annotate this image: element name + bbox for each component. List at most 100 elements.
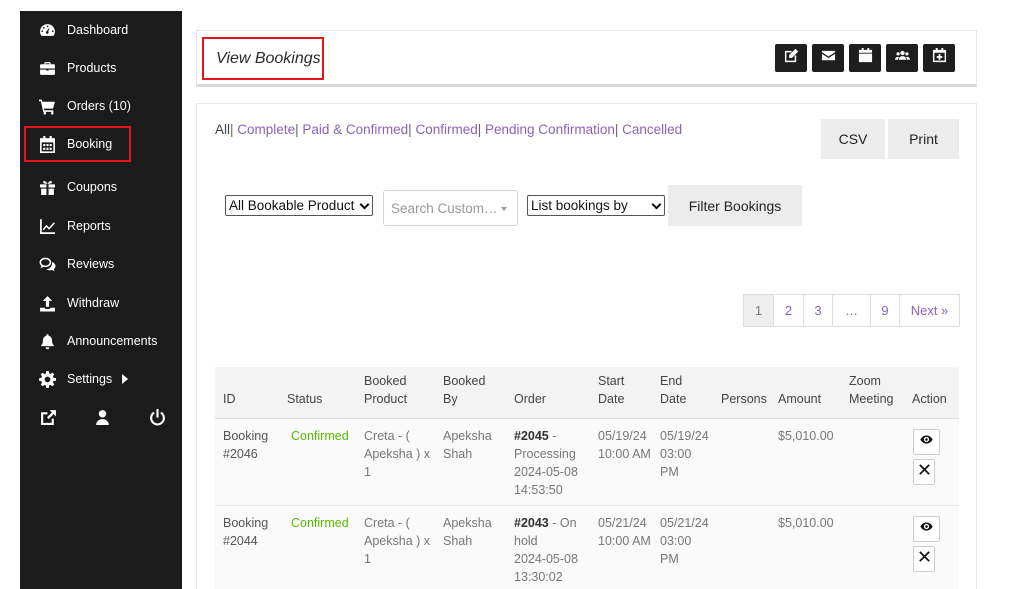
product-select-value: All Bookable Product — [229, 198, 355, 213]
order-date: 2024-05-08 14:53:50 — [514, 465, 578, 497]
table-row: Booking #2044 Confirmed Creta - ( Apeksh… — [215, 506, 959, 589]
page-header: View Bookings — [196, 30, 977, 87]
user-icon[interactable] — [92, 407, 112, 427]
filter-link-confirmed[interactable]: Confirmed — [415, 122, 477, 137]
page-link-3[interactable]: 3 — [804, 295, 833, 326]
next-page-link[interactable]: Next » — [900, 295, 959, 326]
order-link[interactable]: #2045 — [514, 429, 549, 443]
cog-icon — [35, 369, 59, 389]
external-link-icon[interactable] — [38, 407, 58, 427]
sidebar-item-label: Booking — [67, 137, 113, 151]
cancel-booking-button[interactable] — [913, 546, 935, 572]
page-link-1[interactable]: 1 — [744, 295, 774, 326]
list-bookings-by-select[interactable]: List bookings by — [527, 195, 665, 216]
users-button[interactable] — [886, 44, 918, 72]
sidebar-item-orders[interactable]: Orders (10) — [20, 88, 182, 124]
sidebar-item-coupons[interactable]: Coupons — [20, 169, 182, 205]
col-zoom-meeting: Zoom Meeting — [849, 374, 894, 406]
users-icon — [894, 48, 910, 68]
col-persons: Persons — [721, 392, 767, 406]
col-booked-by: Booked By — [443, 374, 486, 406]
booking-id[interactable]: Booking #2044 — [223, 514, 278, 550]
col-action: Action — [912, 392, 947, 406]
booked-product[interactable]: Creta - ( Apeksha ) x 1 — [364, 514, 432, 568]
table-row: Booking #2046 Confirmed Creta - ( Apeksh… — [215, 419, 959, 506]
chevron-down-icon — [359, 199, 370, 210]
status-filter-links: All| Complete| Paid & Confirmed| Confirm… — [215, 122, 683, 137]
close-icon — [918, 550, 931, 568]
col-end-date: End Date — [660, 374, 687, 406]
view-booking-button[interactable] — [913, 516, 940, 542]
power-icon[interactable] — [147, 407, 167, 427]
sidebar-item-announcements[interactable]: Announcements — [20, 323, 182, 359]
sidebar-item-settings[interactable]: Settings — [20, 361, 182, 397]
list-by-select-value: List bookings by — [531, 198, 628, 213]
filter-link-complete[interactable]: Complete — [237, 122, 295, 137]
filter-link-pending-confirmation[interactable]: Pending Confirmation — [485, 122, 615, 137]
end-date: 05/21/24 03:00 PM — [660, 516, 709, 566]
order-cell: #2043 - On hold 2024-05-08 13:30:02 — [514, 514, 580, 586]
col-status: Status — [287, 392, 323, 406]
sidebar-item-label: Settings — [67, 372, 113, 386]
cart-icon — [35, 96, 59, 116]
sidebar-item-withdraw[interactable]: Withdraw — [20, 285, 182, 321]
sidebar-item-label: Reports — [67, 219, 111, 233]
sidebar-item-label: Reviews — [67, 257, 115, 271]
eye-icon — [920, 433, 933, 451]
add-booking-button[interactable] — [923, 44, 955, 72]
filter-link-all[interactable]: All — [215, 122, 230, 137]
product-select[interactable]: All Bookable Product — [225, 195, 373, 216]
sidebar-item-label: Coupons — [67, 180, 118, 194]
sidebar-item-label: Announcements — [67, 334, 158, 348]
col-start-date: Start Date — [598, 374, 625, 406]
order-date: 2024-05-08 13:30:02 — [514, 552, 578, 584]
sidebar-item-label: Products — [67, 61, 117, 75]
comments-icon — [35, 254, 59, 274]
sidebar-item-dashboard[interactable]: Dashboard — [20, 12, 182, 48]
filter-link-cancelled[interactable]: Cancelled — [622, 122, 682, 137]
sidebar-item-products[interactable]: Products — [20, 50, 182, 86]
filter-bookings-button[interactable]: Filter Bookings — [668, 185, 802, 226]
col-order: Order — [514, 392, 546, 406]
chevron-down-icon — [651, 199, 662, 210]
view-booking-button[interactable] — [913, 429, 940, 455]
calendar-button[interactable] — [849, 44, 881, 72]
caret-down-icon — [501, 207, 507, 211]
booked-product[interactable]: Creta - ( Apeksha ) x 1 — [364, 427, 432, 481]
page-title: View Bookings — [202, 37, 324, 80]
booking-id[interactable]: Booking #2046 — [223, 427, 278, 463]
col-booked-product: Booked Product — [364, 374, 408, 406]
status-badge: Confirmed — [291, 429, 349, 443]
email-button[interactable] — [812, 44, 844, 72]
calendar-icon — [858, 48, 873, 68]
bell-icon — [35, 331, 59, 351]
edit-button[interactable] — [775, 44, 807, 72]
amount: $5,010.00 — [778, 516, 834, 530]
customer-search-select[interactable]: Search Custom… — [383, 190, 518, 226]
col-id: ID — [223, 392, 236, 406]
cancel-booking-button[interactable] — [913, 459, 935, 485]
pagination: 1 2 3 … 9 Next » — [743, 294, 960, 327]
table-header: ID Status Booked Product Booked By Order… — [215, 367, 959, 419]
bookings-table: ID Status Booked Product Booked By Order… — [215, 367, 959, 589]
start-date: 05/21/24 10:00 AM — [598, 516, 651, 548]
col-amount: Amount — [778, 392, 822, 406]
sidebar-item-reports[interactable]: Reports — [20, 208, 182, 244]
eye-icon — [920, 520, 933, 538]
status-badge: Confirmed — [291, 516, 349, 530]
page-link-9[interactable]: 9 — [871, 295, 900, 326]
filter-link-paid-confirmed[interactable]: Paid & Confirmed — [302, 122, 408, 137]
end-date: 05/19/24 03:00 PM — [660, 429, 709, 479]
sidebar-item-booking[interactable]: Booking — [24, 126, 131, 162]
page-link-2[interactable]: 2 — [774, 295, 804, 326]
print-button[interactable]: Print — [888, 119, 959, 159]
chart-icon — [35, 216, 59, 236]
start-date: 05/19/24 10:00 AM — [598, 429, 651, 461]
sidebar-item-reviews[interactable]: Reviews — [20, 246, 182, 282]
customer-search-placeholder: Search Custom… — [391, 200, 498, 216]
tachometer-icon — [35, 20, 59, 40]
upload-icon — [35, 293, 59, 313]
order-link[interactable]: #2043 — [514, 516, 549, 530]
csv-export-button[interactable]: CSV — [821, 119, 885, 159]
calendar-icon — [35, 134, 59, 154]
